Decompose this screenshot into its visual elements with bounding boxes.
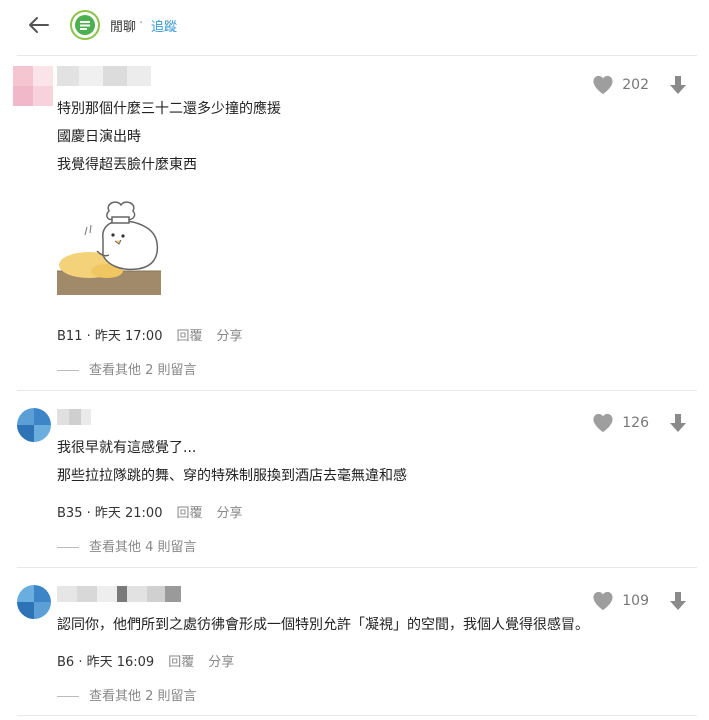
divider	[17, 715, 697, 716]
arrow-down-icon[interactable]	[669, 413, 687, 433]
separator-dot: ·	[139, 16, 144, 31]
heart-icon	[593, 591, 613, 611]
floor-number[interactable]: B11	[57, 329, 82, 344]
comment-line: 特別那個什麼三十二還多少撞的應援	[57, 101, 281, 117]
arrow-down-icon[interactable]	[669, 591, 687, 611]
avatar[interactable]	[17, 585, 51, 619]
follow-button[interactable]: 追蹤	[151, 16, 177, 35]
username-blurred	[57, 66, 151, 86]
comment-body: 我很早就有這感覺了... 那些拉拉隊跳的舞、穿的特殊制服換到酒店去毫無違和感	[57, 434, 407, 490]
view-more-replies[interactable]: 查看其他 2 則留言	[57, 359, 197, 378]
meta-separator: ·	[74, 655, 87, 670]
share-button[interactable]: 分享	[208, 655, 234, 670]
comment-line: 那些拉拉隊跳的舞、穿的特殊制服換到酒店去毫無違和感	[57, 468, 407, 484]
divider	[17, 390, 697, 391]
chef-duck-sticker-icon[interactable]	[57, 199, 161, 295]
view-more-line	[57, 370, 79, 371]
comment-body: 認同你，他們所到之處彷彿會形成一個特別允許「凝視」的空間，我個人覺得很感冒。	[57, 611, 589, 639]
comment-body: 特別那個什麼三十二還多少撞的應援 國慶日演出時 我覺得超丟臉什麼東西	[57, 95, 281, 179]
avatar[interactable]	[17, 408, 51, 442]
like-button[interactable]: 109	[592, 589, 649, 613]
divider	[17, 567, 697, 568]
comment-time: 昨天 16:09	[86, 655, 155, 670]
username-blurred	[57, 586, 181, 602]
comment-line: 我覺得超丟臉什麼東西	[57, 157, 197, 173]
comment-time: 昨天 17:00	[94, 329, 163, 344]
comment-time: 昨天 21:00	[94, 506, 163, 521]
floor-number[interactable]: B6	[57, 655, 74, 670]
comment-line: 我很早就有這感覺了...	[57, 440, 197, 456]
view-more-label: 查看其他 2 則留言	[89, 363, 197, 378]
view-more-line	[57, 696, 79, 697]
reply-button[interactable]: 回覆	[176, 329, 202, 344]
username-blurred	[57, 409, 91, 425]
comment-meta: B6 · 昨天 16:09 回覆 分享	[57, 651, 234, 670]
share-button[interactable]: 分享	[217, 506, 243, 521]
board-name[interactable]: 閒聊	[110, 16, 136, 35]
comment-meta: B11 · 昨天 17:00 回覆 分享	[57, 325, 243, 344]
meta-separator: ·	[82, 506, 95, 521]
view-more-label: 查看其他 4 則留言	[89, 540, 197, 555]
like-button[interactable]: 202	[592, 73, 649, 97]
divider	[17, 55, 697, 56]
view-more-label: 查看其他 2 則留言	[89, 689, 197, 704]
reply-button[interactable]: 回覆	[168, 655, 194, 670]
avatar[interactable]	[13, 66, 53, 106]
arrow-left-icon[interactable]	[26, 12, 52, 38]
comment-line: 國慶日演出時	[57, 129, 141, 145]
like-button[interactable]: 126	[592, 411, 649, 435]
view-more-replies[interactable]: 查看其他 2 則留言	[57, 685, 197, 704]
heart-icon	[593, 413, 613, 433]
view-more-replies[interactable]: 查看其他 4 則留言	[57, 536, 197, 555]
like-count: 109	[622, 593, 649, 609]
view-more-line	[57, 547, 79, 548]
board-header: 閒聊 · 追蹤	[0, 0, 709, 50]
arrow-down-icon[interactable]	[669, 75, 687, 95]
share-button[interactable]: 分享	[217, 329, 243, 344]
comment-meta: B35 · 昨天 21:00 回覆 分享	[57, 502, 243, 521]
comment-line: 認同你，他們所到之處彷彿會形成一個特別允許「凝視」的空間，我個人覺得很感冒。	[57, 617, 589, 633]
heart-icon	[593, 75, 613, 95]
like-count: 202	[622, 77, 649, 93]
floor-number[interactable]: B35	[57, 506, 82, 521]
like-count: 126	[622, 415, 649, 431]
meta-separator: ·	[82, 329, 95, 344]
board-logo-icon[interactable]	[70, 10, 100, 40]
reply-button[interactable]: 回覆	[176, 506, 202, 521]
